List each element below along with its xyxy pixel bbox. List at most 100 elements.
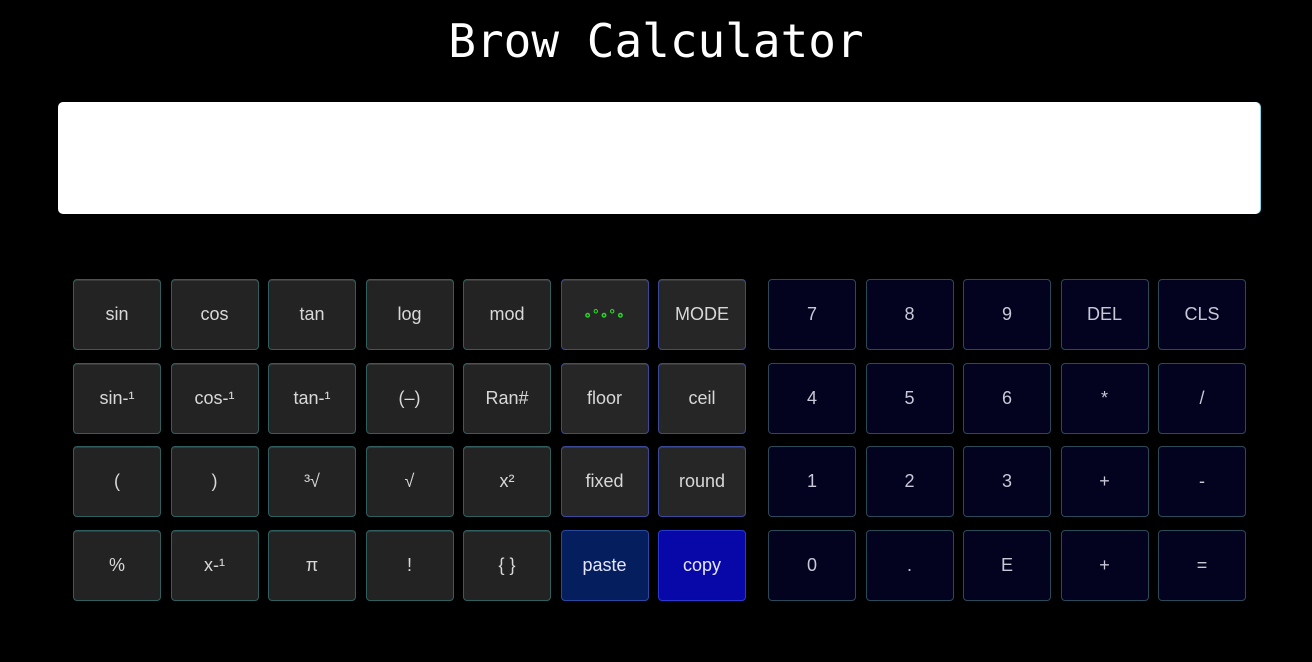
random-button[interactable]: Ran# (463, 362, 551, 434)
key-label: π (305, 554, 319, 575)
key-label: 7 (806, 304, 817, 324)
percent-button[interactable]: % (73, 529, 161, 601)
key-label: 3 (1001, 471, 1012, 491)
key-label: 2 (904, 471, 915, 491)
key-label: cos-¹ (194, 387, 235, 408)
key-label: x² (499, 471, 515, 491)
calculator-display[interactable] (58, 102, 1260, 214)
decimal-point-button[interactable]: . (865, 529, 954, 601)
floor-button[interactable]: floor (560, 362, 649, 434)
acos-button[interactable]: cos-¹ (170, 362, 259, 434)
digit-9-button[interactable]: 9 (963, 279, 1051, 350)
log-button[interactable]: log (365, 279, 454, 350)
function-keypad: sin cos tan log mod ∘°∘°∘ MODE sin-¹ cos-¹ tan-¹ (… (73, 279, 746, 601)
ceil-button[interactable]: ceil (658, 362, 746, 434)
key-label: DEL (1086, 304, 1122, 324)
key-label: 4 (806, 387, 817, 408)
key-label: log (397, 304, 422, 324)
exponent-button[interactable]: E (963, 529, 1051, 601)
key-label: - (1199, 471, 1205, 491)
key-label: ) (211, 471, 218, 491)
key-label: fixed (585, 471, 624, 491)
key-label: mod (489, 304, 525, 324)
key-label: sin-¹ (99, 387, 135, 408)
copy-button[interactable]: copy (658, 529, 746, 601)
key-label: Ran# (485, 387, 529, 408)
key-label: 9 (1001, 304, 1012, 324)
cube-root-button[interactable]: ³√ (268, 446, 356, 517)
key-label: (–) (398, 387, 421, 408)
digit-1-button[interactable]: 1 (768, 446, 856, 517)
key-label: round (678, 471, 726, 491)
digit-3-button[interactable]: 3 (963, 446, 1051, 517)
key-label: paste (582, 554, 627, 575)
reciprocal-button[interactable]: x-¹ (170, 529, 259, 601)
key-label: ³√ (304, 471, 320, 491)
open-paren-button[interactable]: ( (73, 446, 161, 517)
key-label: copy (682, 554, 722, 575)
square-button[interactable]: x² (463, 446, 551, 517)
digit-7-button[interactable]: 7 (768, 279, 856, 350)
paste-button[interactable]: paste (560, 529, 649, 601)
key-label: x-¹ (204, 554, 225, 575)
key-label: 5 (904, 387, 915, 408)
mod-button[interactable]: mod (463, 279, 551, 350)
key-label: / (1199, 387, 1205, 408)
key-label: √ (404, 471, 415, 491)
divide-button[interactable]: / (1158, 362, 1246, 434)
equals-button[interactable]: = (1158, 529, 1246, 601)
key-label: MODE (675, 304, 729, 324)
digit-6-button[interactable]: 6 (963, 362, 1051, 434)
dots-icon: ∘°∘°∘ (583, 306, 626, 322)
braces-button[interactable]: { } (463, 529, 551, 601)
key-label: tan-¹ (293, 387, 331, 408)
fixed-button[interactable]: fixed (560, 446, 649, 517)
key-label: cos (200, 304, 229, 324)
key-label: 8 (904, 304, 915, 324)
key-label: ceil (688, 387, 716, 408)
negate-button[interactable]: (–) (365, 362, 454, 434)
factorial-button[interactable]: ! (365, 529, 454, 601)
digit-0-button[interactable]: 0 (768, 529, 856, 601)
plus-button[interactable]: + (1060, 446, 1149, 517)
cos-button[interactable]: cos (170, 279, 259, 350)
digit-5-button[interactable]: 5 (865, 362, 954, 434)
key-label: . (906, 554, 912, 575)
key-label: = (1196, 554, 1208, 575)
multiply-button[interactable]: * (1060, 362, 1149, 434)
key-label: E (1000, 554, 1013, 575)
pi-button[interactable]: π (268, 529, 356, 601)
key-label: ( (114, 471, 120, 491)
key-label: % (108, 554, 125, 575)
key-label: sin (105, 304, 129, 324)
digit-4-button[interactable]: 4 (768, 362, 856, 434)
delete-button[interactable]: DEL (1060, 279, 1149, 350)
key-label: * (1100, 387, 1108, 408)
key-label: 1 (806, 471, 817, 491)
minus-button[interactable]: - (1158, 446, 1246, 517)
key-label: tan (299, 304, 325, 324)
digit-2-button[interactable]: 2 (865, 446, 954, 517)
page-title: Brow Calculator (448, 14, 864, 68)
numeric-keypad: 7 8 9 DEL CLS 4 5 6 * / 1 2 3 + - 0. E + = (768, 279, 1246, 601)
key-label: ! (406, 554, 412, 575)
mode-button[interactable]: MODE (658, 279, 746, 350)
sin-button[interactable]: sin (73, 279, 161, 350)
key-label: + (1099, 554, 1110, 575)
settings-dots-button[interactable]: ∘°∘°∘ (560, 279, 649, 350)
key-label: 6 (1001, 387, 1012, 408)
key-label: + (1099, 471, 1110, 491)
key-label: CLS (1184, 304, 1220, 324)
key-label: { } (498, 554, 516, 575)
plus-button-2[interactable]: + (1060, 529, 1149, 601)
clear-button[interactable]: CLS (1158, 279, 1246, 350)
atan-button[interactable]: tan-¹ (268, 362, 356, 434)
digit-8-button[interactable]: 8 (865, 279, 954, 350)
tan-button[interactable]: tan (268, 279, 356, 350)
round-button[interactable]: round (658, 446, 746, 517)
square-root-button[interactable]: √ (365, 446, 454, 517)
close-paren-button[interactable]: ) (170, 446, 259, 517)
key-label: 0 (806, 554, 817, 575)
asin-button[interactable]: sin-¹ (73, 362, 161, 434)
calculator-app: Brow Calculator sin cos tan log mod ∘°∘°∘ MODE… (0, 0, 1312, 662)
